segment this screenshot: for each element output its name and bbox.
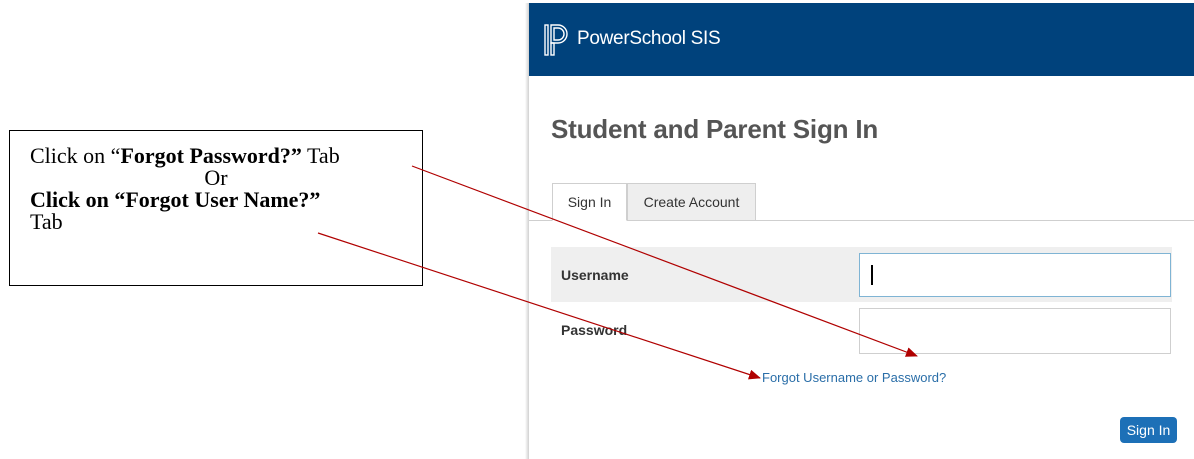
arrow-forgot-username <box>317 232 761 380</box>
annotation-arrows <box>317 165 918 380</box>
arrow-forgot-password <box>411 165 918 357</box>
